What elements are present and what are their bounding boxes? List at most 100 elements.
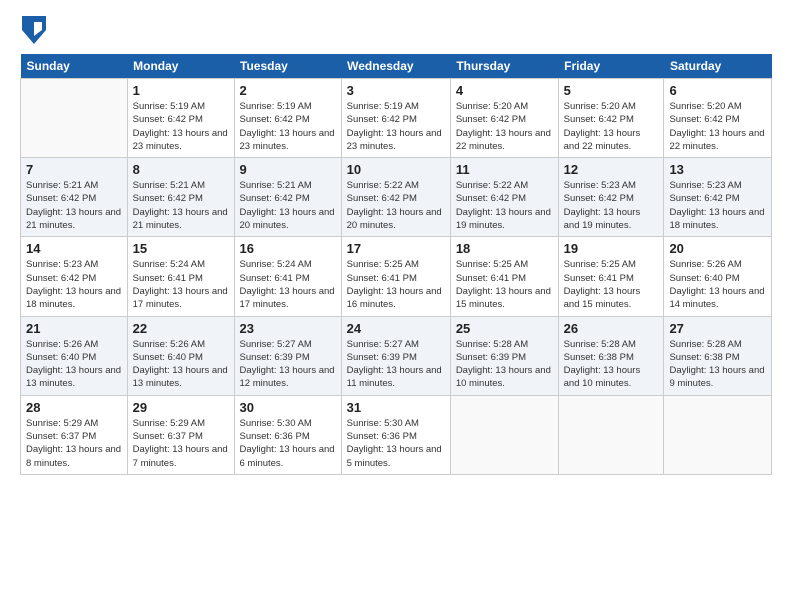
day-number: 1 bbox=[133, 83, 229, 98]
day-number: 15 bbox=[133, 241, 229, 256]
day-info: Sunrise: 5:19 AMSunset: 6:42 PMDaylight:… bbox=[240, 100, 336, 153]
calendar-cell: 3Sunrise: 5:19 AMSunset: 6:42 PMDaylight… bbox=[341, 79, 450, 158]
day-info: Sunrise: 5:21 AMSunset: 6:42 PMDaylight:… bbox=[240, 179, 336, 232]
calendar-cell: 23 Sunrise: 5:27 AMSunset: 6:39 PMDayligh… bbox=[234, 316, 341, 395]
day-number: 13 bbox=[669, 162, 766, 177]
calendar-cell: 13 Sunrise: 5:23 AMSunset: 6:42 PMDayligh… bbox=[664, 158, 772, 237]
day-number: 14 bbox=[26, 241, 122, 256]
calendar-cell: 5 Sunrise: 5:20 AMSunset: 6:42 PMDaylight… bbox=[558, 79, 664, 158]
day-info: Sunrise: 5:21 AMSunset: 6:42 PMDaylight:… bbox=[26, 179, 122, 232]
calendar-cell bbox=[21, 79, 128, 158]
calendar-cell: 2 Sunrise: 5:19 AMSunset: 6:42 PMDaylight… bbox=[234, 79, 341, 158]
page: SundayMondayTuesdayWednesdayThursdayFrid… bbox=[0, 0, 792, 612]
day-info: Sunrise: 5:26 AMSunset: 6:40 PMDaylight:… bbox=[133, 338, 229, 391]
day-number: 24 bbox=[347, 321, 445, 336]
calendar-cell: 19 Sunrise: 5:25 AMSunset: 6:41 PMDayligh… bbox=[558, 237, 664, 316]
day-number: 23 bbox=[240, 321, 336, 336]
calendar-cell: 29 Sunrise: 5:29 AMSunset: 6:37 PMDayligh… bbox=[127, 395, 234, 474]
week-row-2: 7 Sunrise: 5:21 AMSunset: 6:42 PMDaylight… bbox=[21, 158, 772, 237]
day-number: 29 bbox=[133, 400, 229, 415]
day-number: 18 bbox=[456, 241, 553, 256]
day-number: 7 bbox=[26, 162, 122, 177]
column-header-tuesday: Tuesday bbox=[234, 54, 341, 79]
calendar-cell: 24 Sunrise: 5:27 AMSunset: 6:39 PMDayligh… bbox=[341, 316, 450, 395]
day-info: Sunrise: 5:30 AMSunset: 6:36 PMDaylight:… bbox=[240, 417, 336, 470]
day-info: Sunrise: 5:19 AMSunset: 6:42 PMDaylight:… bbox=[133, 100, 229, 153]
calendar-cell: 7 Sunrise: 5:21 AMSunset: 6:42 PMDaylight… bbox=[21, 158, 128, 237]
day-info: Sunrise: 5:20 AMSunset: 6:42 PMDaylight:… bbox=[456, 100, 553, 153]
calendar-cell: 22 Sunrise: 5:26 AMSunset: 6:40 PMDayligh… bbox=[127, 316, 234, 395]
calendar-cell: 17 Sunrise: 5:25 AMSunset: 6:41 PMDayligh… bbox=[341, 237, 450, 316]
day-number: 25 bbox=[456, 321, 553, 336]
calendar-table: SundayMondayTuesdayWednesdayThursdayFrid… bbox=[20, 54, 772, 475]
day-number: 19 bbox=[564, 241, 659, 256]
day-info: Sunrise: 5:25 AMSunset: 6:41 PMDaylight:… bbox=[564, 258, 659, 311]
day-info: Sunrise: 5:29 AMSunset: 6:37 PMDaylight:… bbox=[26, 417, 122, 470]
day-number: 22 bbox=[133, 321, 229, 336]
week-row-3: 14 Sunrise: 5:23 AMSunset: 6:42 PMDayligh… bbox=[21, 237, 772, 316]
calendar-cell: 27Sunrise: 5:28 AMSunset: 6:38 PMDayligh… bbox=[664, 316, 772, 395]
day-number: 31 bbox=[347, 400, 445, 415]
day-number: 5 bbox=[564, 83, 659, 98]
calendar-cell: 4 Sunrise: 5:20 AMSunset: 6:42 PMDaylight… bbox=[450, 79, 558, 158]
day-info: Sunrise: 5:27 AMSunset: 6:39 PMDaylight:… bbox=[347, 338, 445, 391]
day-number: 21 bbox=[26, 321, 122, 336]
calendar-cell: 14 Sunrise: 5:23 AMSunset: 6:42 PMDayligh… bbox=[21, 237, 128, 316]
day-number: 26 bbox=[564, 321, 659, 336]
day-number: 12 bbox=[564, 162, 659, 177]
day-number: 17 bbox=[347, 241, 445, 256]
day-info: Sunrise: 5:25 AMSunset: 6:41 PMDaylight:… bbox=[456, 258, 553, 311]
day-info: Sunrise: 5:23 AMSunset: 6:42 PMDaylight:… bbox=[669, 179, 766, 232]
day-info: Sunrise: 5:24 AMSunset: 6:41 PMDaylight:… bbox=[240, 258, 336, 311]
day-info: Sunrise: 5:25 AMSunset: 6:41 PMDaylight:… bbox=[347, 258, 445, 311]
calendar-cell: 12 Sunrise: 5:23 AMSunset: 6:42 PMDayligh… bbox=[558, 158, 664, 237]
day-number: 11 bbox=[456, 162, 553, 177]
header bbox=[20, 16, 772, 44]
day-number: 8 bbox=[133, 162, 229, 177]
calendar-cell: 26 Sunrise: 5:28 AMSunset: 6:38 PMDayligh… bbox=[558, 316, 664, 395]
calendar-cell: 21 Sunrise: 5:26 AMSunset: 6:40 PMDayligh… bbox=[21, 316, 128, 395]
day-info: Sunrise: 5:23 AMSunset: 6:42 PMDaylight:… bbox=[26, 258, 122, 311]
column-header-wednesday: Wednesday bbox=[341, 54, 450, 79]
column-header-thursday: Thursday bbox=[450, 54, 558, 79]
day-number: 4 bbox=[456, 83, 553, 98]
day-info: Sunrise: 5:27 AMSunset: 6:39 PMDaylight:… bbox=[240, 338, 336, 391]
day-info: Sunrise: 5:20 AMSunset: 6:42 PMDaylight:… bbox=[564, 100, 659, 153]
calendar-cell bbox=[664, 395, 772, 474]
week-row-1: 1 Sunrise: 5:19 AMSunset: 6:42 PMDaylight… bbox=[21, 79, 772, 158]
day-info: Sunrise: 5:21 AMSunset: 6:42 PMDaylight:… bbox=[133, 179, 229, 232]
calendar-cell: 10Sunrise: 5:22 AMSunset: 6:42 PMDayligh… bbox=[341, 158, 450, 237]
calendar-cell: 18 Sunrise: 5:25 AMSunset: 6:41 PMDayligh… bbox=[450, 237, 558, 316]
day-number: 6 bbox=[669, 83, 766, 98]
calendar-cell: 15 Sunrise: 5:24 AMSunset: 6:41 PMDayligh… bbox=[127, 237, 234, 316]
calendar-cell: 8 Sunrise: 5:21 AMSunset: 6:42 PMDaylight… bbox=[127, 158, 234, 237]
day-number: 30 bbox=[240, 400, 336, 415]
logo bbox=[20, 16, 50, 44]
calendar-cell: 20 Sunrise: 5:26 AMSunset: 6:40 PMDayligh… bbox=[664, 237, 772, 316]
column-header-sunday: Sunday bbox=[21, 54, 128, 79]
day-info: Sunrise: 5:23 AMSunset: 6:42 PMDaylight:… bbox=[564, 179, 659, 232]
logo-icon bbox=[22, 16, 46, 44]
day-info: Sunrise: 5:22 AMSunset: 6:42 PMDaylight:… bbox=[456, 179, 553, 232]
day-info: Sunrise: 5:26 AMSunset: 6:40 PMDaylight:… bbox=[26, 338, 122, 391]
day-number: 3 bbox=[347, 83, 445, 98]
calendar-cell: 9 Sunrise: 5:21 AMSunset: 6:42 PMDaylight… bbox=[234, 158, 341, 237]
column-header-friday: Friday bbox=[558, 54, 664, 79]
column-header-saturday: Saturday bbox=[664, 54, 772, 79]
day-number: 20 bbox=[669, 241, 766, 256]
calendar-cell: 6 Sunrise: 5:20 AMSunset: 6:42 PMDaylight… bbox=[664, 79, 772, 158]
day-number: 2 bbox=[240, 83, 336, 98]
calendar-cell bbox=[558, 395, 664, 474]
header-row: SundayMondayTuesdayWednesdayThursdayFrid… bbox=[21, 54, 772, 79]
calendar-cell: 31Sunrise: 5:30 AMSunset: 6:36 PMDayligh… bbox=[341, 395, 450, 474]
day-number: 9 bbox=[240, 162, 336, 177]
column-header-monday: Monday bbox=[127, 54, 234, 79]
day-info: Sunrise: 5:24 AMSunset: 6:41 PMDaylight:… bbox=[133, 258, 229, 311]
day-info: Sunrise: 5:26 AMSunset: 6:40 PMDaylight:… bbox=[669, 258, 766, 311]
calendar-cell: 25Sunrise: 5:28 AMSunset: 6:39 PMDayligh… bbox=[450, 316, 558, 395]
day-info: Sunrise: 5:20 AMSunset: 6:42 PMDaylight:… bbox=[669, 100, 766, 153]
week-row-4: 21 Sunrise: 5:26 AMSunset: 6:40 PMDayligh… bbox=[21, 316, 772, 395]
calendar-cell bbox=[450, 395, 558, 474]
day-info: Sunrise: 5:28 AMSunset: 6:38 PMDaylight:… bbox=[564, 338, 659, 391]
day-info: Sunrise: 5:29 AMSunset: 6:37 PMDaylight:… bbox=[133, 417, 229, 470]
